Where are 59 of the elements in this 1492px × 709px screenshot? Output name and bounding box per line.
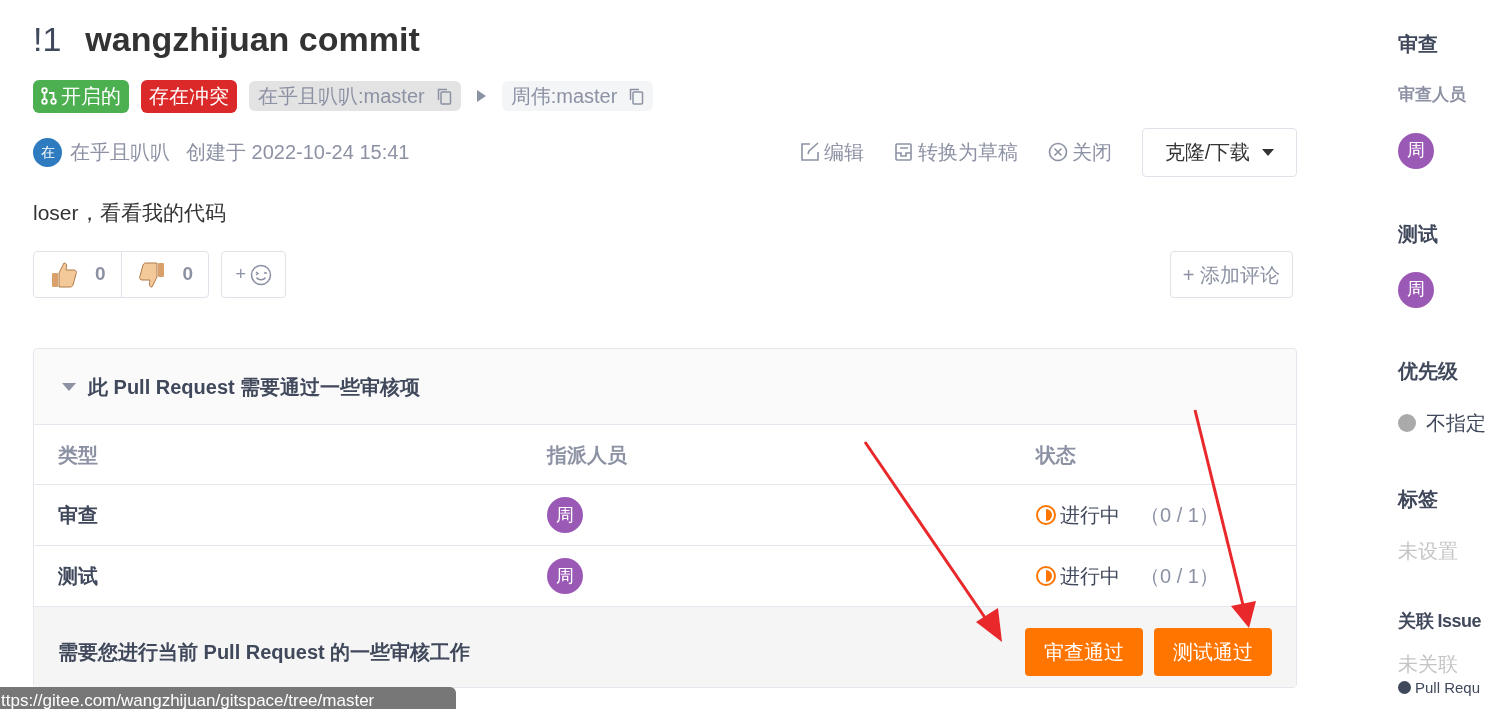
action-link[interactable]: 转换为草稿 xyxy=(894,137,1018,167)
status-text: 进行中 xyxy=(1060,564,1120,589)
description: loser，看看我的代码 xyxy=(33,200,227,226)
close-icon xyxy=(1048,142,1068,162)
draft-icon xyxy=(894,142,914,162)
avatar: 周 xyxy=(547,497,583,533)
section-title: 优先级 xyxy=(1398,358,1459,384)
column-header: 类型 xyxy=(58,442,99,468)
branch-label: 在乎且叭叭:master xyxy=(258,84,425,109)
arrow-right-icon xyxy=(476,90,486,102)
smiley-icon xyxy=(249,263,272,286)
table-cell: 测试 xyxy=(58,565,98,587)
pr-number: !1 xyxy=(33,19,62,60)
avatar: 周 xyxy=(1398,132,1434,169)
action-link[interactable]: 编辑 xyxy=(800,137,864,167)
pr-link[interactable]: Pull Requ xyxy=(1415,678,1481,697)
reaction-button[interactable]: 0 xyxy=(34,252,121,297)
thumbs-down-icon xyxy=(136,259,167,290)
progress-icon xyxy=(1036,566,1056,586)
thumbs-up-icon xyxy=(49,259,79,290)
section-title: 审查 xyxy=(1398,32,1439,57)
approve-button[interactable]: 审查通过 xyxy=(1025,628,1143,676)
avatar: 周 xyxy=(547,558,583,594)
footer-text: 需要您进行当前 Pull Request 的一些审核工作 xyxy=(58,640,471,665)
priority-value: 不指定 xyxy=(1426,410,1486,436)
pr-title: wangzhijuan commit xyxy=(85,19,420,60)
clone-button[interactable]: 克隆/下载 xyxy=(1142,127,1297,177)
merge-icon xyxy=(41,87,57,105)
badge-label: 开启的 xyxy=(61,84,121,109)
section-subtitle: 审查人员 xyxy=(1398,84,1467,106)
url-tooltip: ttps://gitee.com/wangzhijuan/gitspace/tree/master xyxy=(0,687,456,709)
add-reaction-button[interactable]: + xyxy=(221,251,287,298)
edit-icon xyxy=(800,142,820,162)
caret-icon xyxy=(1262,148,1275,156)
column-header: 指派人员 xyxy=(547,442,628,468)
info-icon xyxy=(1398,681,1411,694)
reaction-button[interactable]: 0 xyxy=(120,252,209,297)
progress-count: （0 / 1） xyxy=(1140,564,1219,589)
branch-label: 周伟:master xyxy=(510,84,618,109)
badge-label: 存在冲突 xyxy=(149,84,229,109)
progress-icon xyxy=(1036,505,1056,525)
approve-button[interactable]: 测试通过 xyxy=(1154,628,1272,676)
labels-value: 未设置 xyxy=(1398,538,1459,564)
status-text: 进行中 xyxy=(1060,503,1120,528)
add-comment-button[interactable]: + 添加评论 xyxy=(1169,251,1293,298)
avatar: 周 xyxy=(1398,271,1434,308)
section-title: 测试 xyxy=(1398,221,1439,247)
avatar: 在 xyxy=(33,137,62,167)
author-name[interactable]: 在乎且叭叭 xyxy=(70,137,170,167)
copy-icon[interactable] xyxy=(629,87,645,105)
copy-icon[interactable] xyxy=(436,87,452,105)
column-header: 状态 xyxy=(1036,442,1077,468)
progress-count: （0 / 1） xyxy=(1140,503,1219,528)
table-cell: 审查 xyxy=(58,504,98,526)
section-title: 关联 Issue xyxy=(1398,609,1483,633)
created-date: 创建于 2022-10-24 15:41 xyxy=(186,140,410,165)
action-link[interactable]: 关闭 xyxy=(1048,137,1112,167)
section-title: 标签 xyxy=(1398,486,1439,512)
issues-value: 未关联 xyxy=(1398,651,1459,677)
